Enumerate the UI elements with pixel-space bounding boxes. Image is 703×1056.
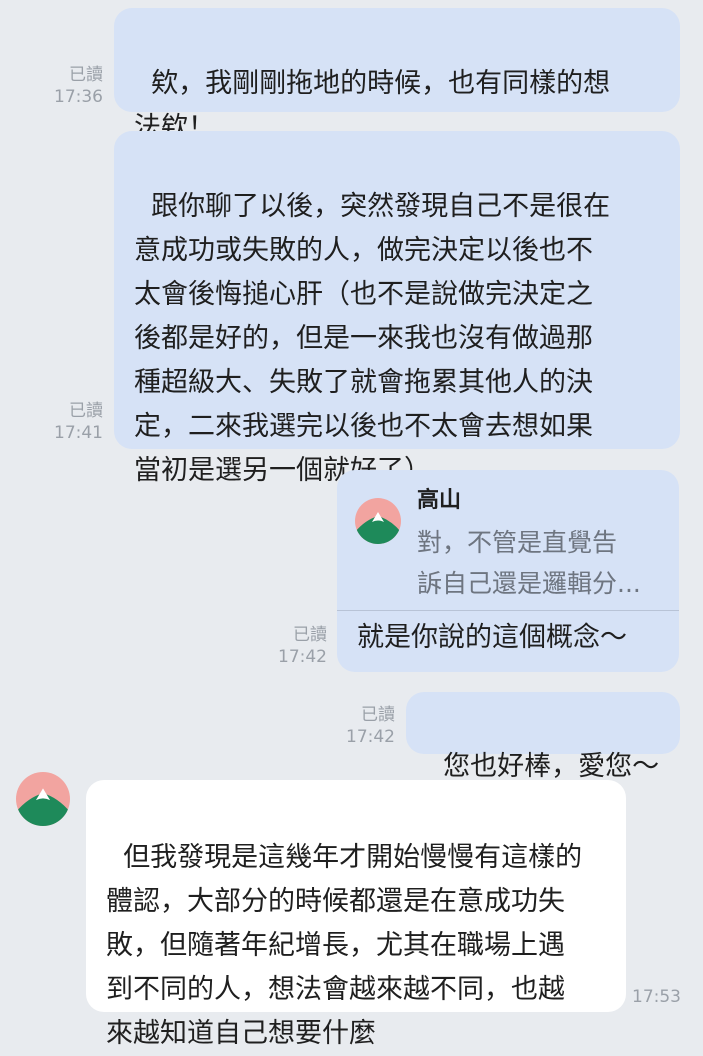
- message-time: 17:42: [278, 647, 327, 667]
- read-status-2: 已讀 17:41: [40, 400, 103, 444]
- quoted-sender-name: 高山: [417, 488, 462, 513]
- read-status-3: 已讀 17:42: [262, 624, 327, 668]
- incoming-message-1[interactable]: 但我發現是這幾年才開始慢慢有這樣的 體認，大部分的時候都還是在意成功失 敗，但隨…: [86, 780, 626, 1049]
- message-time: 17:53: [632, 987, 681, 1007]
- message-text: 但我發現是這幾年才開始慢慢有這樣的 體認，大部分的時候都還是在意成功失 敗，但隨…: [106, 842, 583, 1049]
- quoted-message-text: 對，不管是直覺告 訴自己還是邏輯分...: [417, 528, 641, 598]
- read-status-4: 已讀 17:42: [330, 704, 395, 748]
- read-label: 已讀: [69, 65, 103, 85]
- read-label: 已讀: [361, 705, 395, 725]
- message-text: 就是你說的這個概念～: [357, 622, 627, 653]
- read-status-1: 已讀 17:36: [40, 64, 103, 108]
- message-text: 您也好棒，愛您～: [443, 751, 660, 782]
- read-label: 已讀: [293, 625, 327, 645]
- outgoing-message-1[interactable]: 欸，我剛剛拖地的時候，也有同樣的想 法欸！: [114, 8, 680, 143]
- message-time: 17:36: [54, 87, 103, 107]
- outgoing-reply-message[interactable]: 高山 對，不管是直覺告 訴自己還是邏輯分... 就是你說的這個概念～: [337, 470, 679, 672]
- message-time: 17:41: [54, 423, 103, 443]
- outgoing-message-2[interactable]: 跟你聊了以後，突然發現自己不是很在 意成功或失敗的人，做完決定以後也不 太會後悔…: [114, 131, 680, 486]
- mountain-avatar-icon[interactable]: [16, 772, 70, 826]
- message-text: 跟你聊了以後，突然發現自己不是很在 意成功或失敗的人，做完決定以後也不 太會後悔…: [134, 191, 611, 486]
- quoted-message[interactable]: 高山 對，不管是直覺告 訴自己還是邏輯分...: [337, 470, 679, 611]
- mountain-avatar-icon: [355, 498, 401, 544]
- outgoing-message-4[interactable]: 您也好棒，愛您～: [406, 692, 680, 782]
- message-time: 17:42: [346, 727, 395, 747]
- read-label: 已讀: [69, 401, 103, 421]
